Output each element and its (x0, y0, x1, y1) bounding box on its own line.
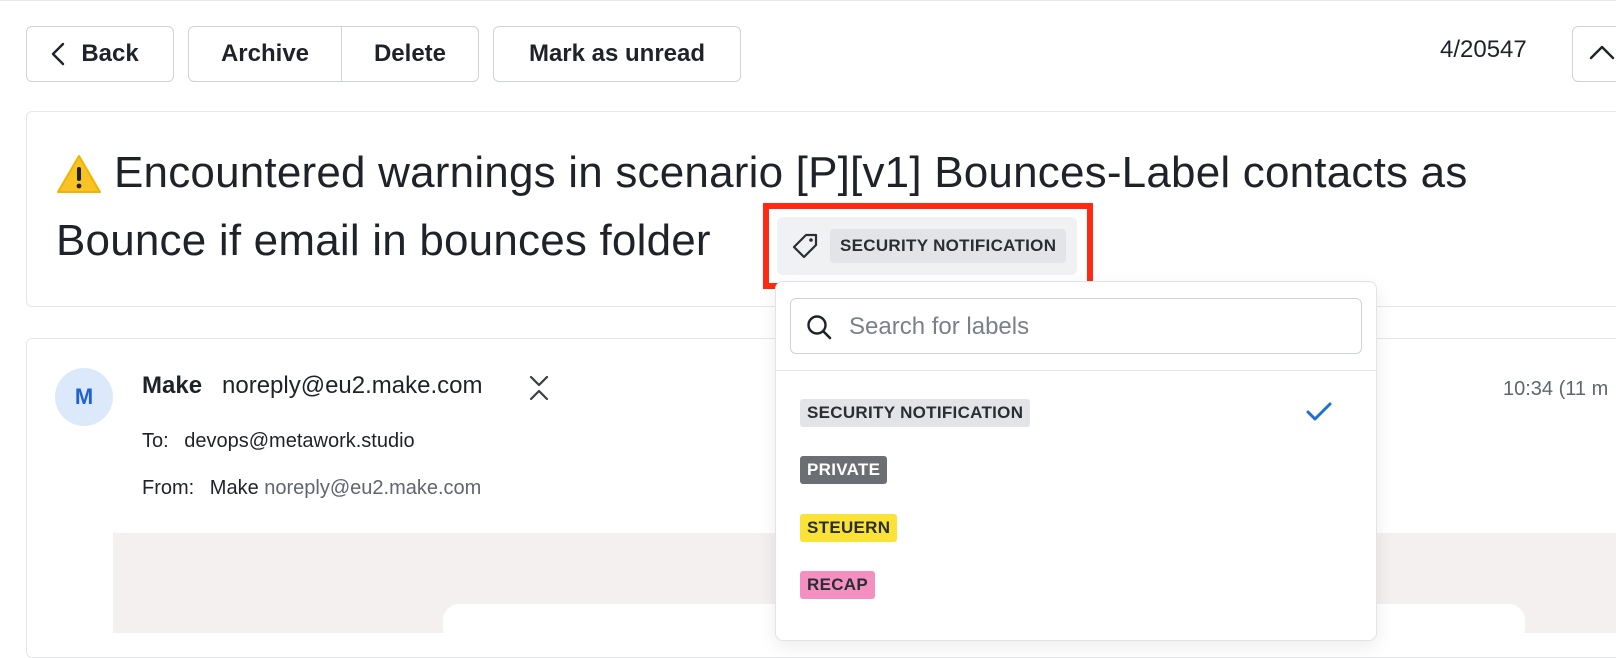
label-option-tag: SECURITY NOTIFICATION (800, 399, 1031, 427)
archive-button[interactable]: Archive (189, 27, 342, 81)
label-option-private[interactable]: PRIVATE (800, 456, 888, 484)
sender-email: noreply@eu2.make.com (222, 372, 483, 399)
label-option-tag: RECAP (800, 571, 876, 599)
label-option-security-notification[interactable]: SECURITY NOTIFICATION (800, 399, 1031, 427)
from-label: From: (142, 477, 195, 499)
checkmark-icon (1306, 402, 1332, 421)
chevron-left-icon (52, 42, 65, 66)
highlight-box (763, 203, 1093, 289)
to-value: devops@metawork.studio (184, 430, 415, 452)
label-search-box[interactable] (790, 298, 1362, 354)
message-counter: 4/20547 (1440, 36, 1527, 63)
archive-delete-group: Archive Delete (188, 26, 479, 82)
mark-unread-button[interactable]: Mark as unread (493, 26, 741, 82)
back-label: Back (81, 40, 139, 67)
delete-button[interactable]: Delete (342, 27, 478, 81)
top-divider (0, 0, 1616, 1)
back-button[interactable]: Back (26, 26, 174, 82)
search-icon (807, 315, 832, 340)
from-email: noreply@eu2.make.com (264, 477, 482, 499)
message-time: 10:34 (11 m (1503, 378, 1609, 400)
collapse-details-icon[interactable] (528, 375, 550, 401)
label-dropdown: SECURITY NOTIFICATION PRIVATE STEUERN RE… (775, 281, 1377, 641)
sender-name: Make (142, 372, 203, 399)
to-row: To: devops@metawork.studio (142, 430, 415, 453)
label-option-tag: STEUERN (800, 514, 898, 542)
from-name: Make (209, 477, 259, 499)
chevron-up-icon (1589, 45, 1615, 60)
dropdown-divider (776, 370, 1376, 371)
from-row: From: Make noreply@eu2.make.com (142, 477, 481, 500)
label-search-input[interactable] (847, 308, 1341, 346)
previous-message-button[interactable] (1572, 26, 1616, 82)
to-label: To: (142, 430, 169, 452)
label-option-recap[interactable]: RECAP (800, 571, 876, 599)
label-option-tag: PRIVATE (800, 456, 888, 484)
avatar: M (55, 368, 113, 426)
subject-title-line2: Bounce if email in bounces folder (56, 216, 711, 265)
label-option-steuern[interactable]: STEUERN (800, 514, 898, 542)
subject-title-line1: Encountered warnings in scenario [P][v1]… (114, 148, 1468, 197)
